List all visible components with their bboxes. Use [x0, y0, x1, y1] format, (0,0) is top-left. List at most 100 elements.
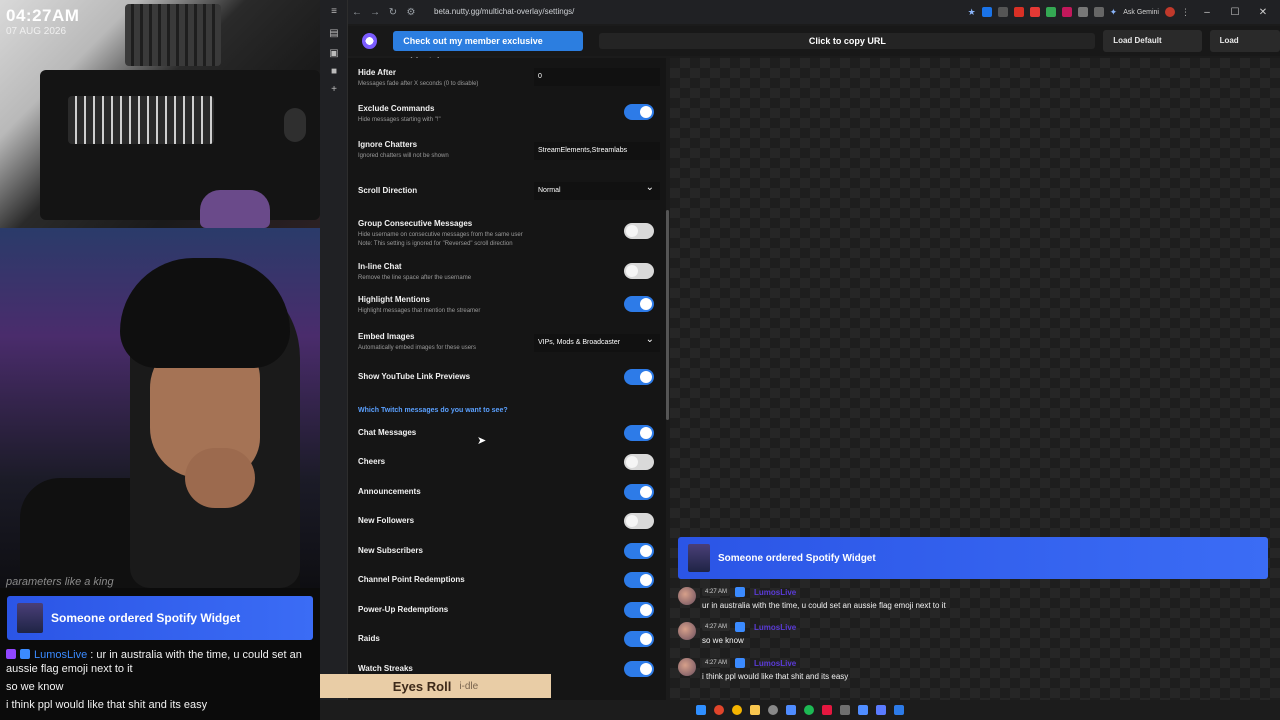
youtube-previews-toggle[interactable] [624, 369, 654, 385]
load-default-settings-button[interactable]: Load Default Settings [1103, 30, 1202, 67]
message-text: i think ppl would like that shit and its… [702, 672, 849, 681]
setting-label: New Subscribers [358, 546, 423, 555]
profile-avatar-icon[interactable] [1165, 7, 1175, 17]
keyboard-image-white [68, 96, 214, 144]
setting-label: Show YouTube Link Previews [358, 372, 471, 381]
app-icon[interactable] [768, 705, 778, 715]
nutty-logo-icon[interactable] [362, 33, 378, 49]
maximize-icon[interactable]: ☐ [1224, 7, 1246, 18]
member-widgets-button[interactable]: Check out my member exclusive widgets! [393, 31, 584, 66]
setting-inline-chat: In-line Chat Remove the line space after… [358, 262, 658, 283]
twitch-type-toggle[interactable] [624, 543, 654, 559]
copy-url-field[interactable]: Click to copy URL [599, 33, 1096, 49]
spotify-widget-icon [17, 603, 43, 633]
setting-label: Group Consecutive Messages [358, 219, 473, 228]
extensions-row: ★ ✦ Ask Gemini ⋮ – ☐ ✕ [968, 7, 1280, 18]
message-username: LumosLive [754, 658, 797, 668]
message-username: LumosLive [754, 587, 797, 597]
vertical-tab-strip: ≡ ▤ ▣ ■ + [320, 0, 348, 700]
app-icon[interactable] [840, 705, 850, 715]
bookmark-star-icon[interactable]: ★ [968, 7, 976, 18]
close-icon[interactable]: ✕ [1252, 7, 1274, 18]
browser-app-icon[interactable] [714, 705, 724, 715]
minimize-icon[interactable]: – [1196, 7, 1218, 18]
forward-icon[interactable]: → [366, 7, 384, 18]
ignore-chatters-input[interactable]: StreamElements,Streamlabs [534, 142, 660, 160]
keyboard-image [125, 4, 221, 66]
new-tab-icon[interactable]: + [328, 84, 340, 96]
reload-icon[interactable]: ↻ [384, 7, 402, 18]
setting-embed-images: Embed Images Automatically embed images … [358, 331, 660, 353]
file-explorer-icon[interactable] [750, 705, 760, 715]
app-header: Check out my member exclusive widgets! C… [348, 26, 1280, 67]
twitch-type-toggle[interactable] [624, 572, 654, 588]
site-info-icon[interactable]: ⚙ [402, 7, 420, 18]
settings-scrollbar[interactable] [666, 210, 669, 420]
embed-images-select[interactable]: VIPs, Mods & Broadcaster [534, 331, 660, 352]
exclude-commands-toggle[interactable] [624, 104, 654, 120]
back-icon[interactable]: ← [348, 7, 366, 18]
browser-toolbar: ← → ↻ ⚙ beta.nutty.gg/multichat-overlay/… [348, 0, 1280, 24]
chat-line: LumosLive : ur in australia with the tim… [6, 648, 316, 676]
load-settings-button[interactable]: Load Settings [1209, 30, 1280, 67]
extension-icon[interactable] [1061, 7, 1072, 17]
sidebar-icon[interactable] [1093, 7, 1104, 17]
inline-chat-toggle[interactable] [624, 263, 654, 279]
app-icon[interactable] [786, 705, 796, 715]
app-icon[interactable] [858, 705, 868, 715]
twitch-type-toggle[interactable] [624, 425, 654, 441]
twitch-type-row: Channel Point Redemptions [358, 572, 658, 588]
twitch-type-toggle[interactable] [624, 513, 654, 529]
gemini-icon[interactable]: ✦ [1110, 7, 1118, 18]
scroll-direction-select[interactable]: Normal [534, 179, 660, 200]
twitch-type-toggle[interactable] [624, 631, 654, 647]
setting-ignore-chatters: Ignore Chatters Ignored chatters will no… [358, 140, 660, 161]
setting-label: In-line Chat [358, 262, 402, 271]
message-meta: 4:27 AM LumosLive [702, 587, 796, 597]
ask-gemini-button[interactable]: Ask Gemini [1123, 9, 1159, 16]
app-icon[interactable] [876, 705, 886, 715]
menu-kebab-icon[interactable]: ⋮ [1181, 7, 1190, 18]
desk-camera-feed: 04:27AM 07 AUG 2026 [0, 0, 320, 228]
person-hair [120, 258, 290, 368]
message-meta: 4:27 AM LumosLive [702, 622, 796, 632]
badge-icon [735, 622, 746, 632]
app-icon[interactable] [822, 705, 832, 715]
twitch-type-toggle[interactable] [624, 602, 654, 618]
avatar [678, 622, 696, 640]
message-text: so we know [702, 636, 744, 645]
extension-icon[interactable] [1013, 7, 1024, 17]
preview-alert-text: Someone ordered Spotify Widget [718, 552, 876, 564]
ticker-text: parameters like a king [6, 576, 114, 588]
vscode-icon[interactable] [894, 705, 904, 715]
twitch-section-heading: Which Twitch messages do you want to see… [358, 407, 658, 414]
group-consecutive-toggle[interactable] [624, 223, 654, 239]
highlight-mentions-toggle[interactable] [624, 296, 654, 312]
hide-after-input[interactable]: 0 [534, 68, 660, 86]
start-menu-icon[interactable] [696, 705, 706, 715]
tab-icon[interactable]: ▤ [328, 28, 340, 40]
extension-icon[interactable] [981, 7, 992, 17]
spotify-icon[interactable] [804, 705, 814, 715]
setting-scroll-direction: Scroll Direction Normal [358, 179, 660, 200]
chrome-app-icon[interactable] [732, 705, 742, 715]
address-bar[interactable]: beta.nutty.gg/multichat-overlay/settings… [426, 3, 946, 21]
mouse-cursor-icon: ➤ [477, 435, 487, 447]
twitch-type-row: Raids [358, 631, 658, 647]
twitch-type-toggle[interactable] [624, 484, 654, 500]
extension-icon[interactable] [1045, 7, 1056, 17]
extension-icon[interactable] [1029, 7, 1040, 17]
now-playing-widget: Eyes Roll i-dle [320, 674, 551, 698]
twitch-type-row: Chat Messages [358, 425, 658, 441]
twitch-type-toggle[interactable] [624, 661, 654, 677]
desk-mat [40, 70, 320, 220]
twitch-type-toggle[interactable] [624, 454, 654, 470]
tab-strip-collapse-icon[interactable]: ≡ [328, 6, 340, 18]
extensions-puzzle-icon[interactable] [1077, 7, 1088, 17]
extension-icon[interactable] [997, 7, 1008, 17]
tab-icon[interactable]: ▣ [328, 48, 340, 60]
mouse-image [284, 108, 306, 142]
twitch-type-row: Cheers [358, 454, 658, 470]
tab-icon[interactable]: ■ [328, 66, 340, 78]
badge-icon [735, 658, 746, 668]
